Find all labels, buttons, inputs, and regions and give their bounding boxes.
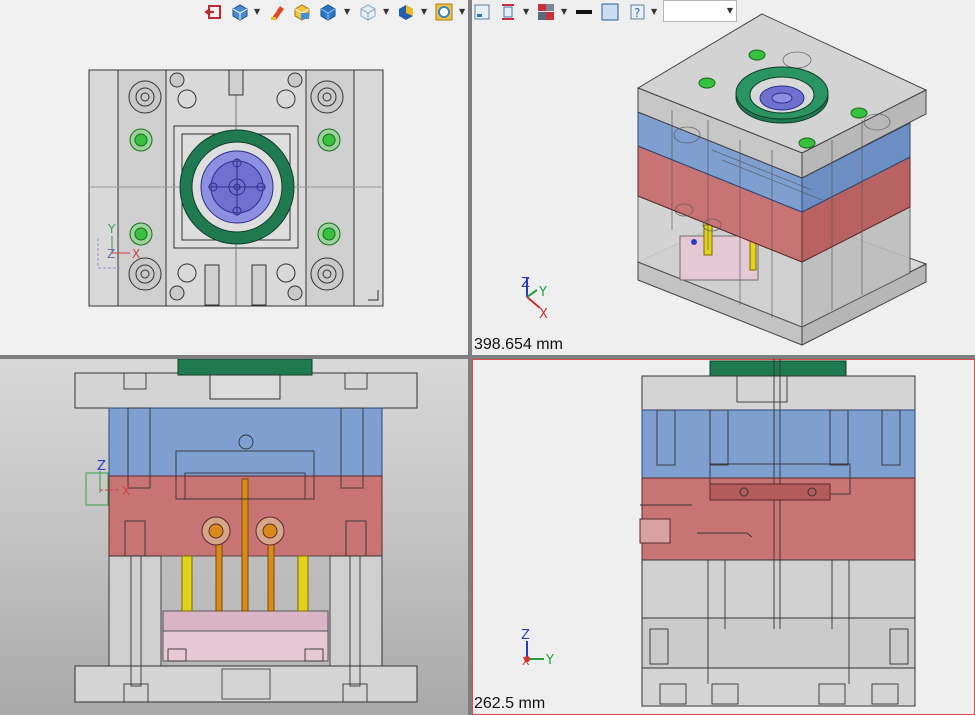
mold-front-view-drawing: Z X bbox=[74, 359, 418, 703]
triad-x-label: X bbox=[522, 655, 530, 668]
display-style-icon[interactable] bbox=[318, 2, 338, 22]
mold-top-view-drawing: Y Z X bbox=[88, 69, 384, 307]
display-style-select[interactable]: ▼ bbox=[663, 0, 737, 22]
triad-x-label: X bbox=[132, 247, 140, 261]
section-view-icon[interactable] bbox=[396, 2, 416, 22]
hide-show-items-icon[interactable] bbox=[358, 2, 378, 22]
triad-x-label: X bbox=[539, 307, 548, 322]
view-settings-icon[interactable] bbox=[434, 2, 454, 22]
view-orientation-icon[interactable] bbox=[230, 2, 250, 22]
viewport-splitter-horizontal[interactable] bbox=[0, 355, 975, 359]
triad-z-label: Z bbox=[521, 276, 530, 291]
triad-z-label: Z bbox=[521, 628, 530, 643]
viewport-front[interactable]: Z X bbox=[0, 359, 468, 715]
triad-z-label: Z bbox=[97, 459, 106, 474]
scale-readout: 262.5 mm bbox=[474, 695, 546, 712]
apply-scene-icon[interactable] bbox=[292, 2, 312, 22]
view-toolbar: ▼ ▼ ▼ ▼ ▼ ▼ ▼ ? ▼ ▼ bbox=[0, 0, 975, 24]
chevron-down-icon: ▼ bbox=[726, 6, 733, 15]
triad-y-label: Y bbox=[545, 653, 554, 668]
section-plane-icon[interactable] bbox=[498, 2, 518, 22]
triad-y-label: Y bbox=[107, 222, 116, 236]
edit-appearance-icon[interactable] bbox=[268, 2, 288, 22]
line-color-icon[interactable] bbox=[574, 2, 594, 22]
mold-side-view-drawing: Z X Y bbox=[521, 359, 916, 707]
viewport-isometric[interactable]: Z Y X 398.654 mm bbox=[472, 0, 975, 355]
svg-text:?: ? bbox=[634, 6, 640, 20]
triad-y-label: Y bbox=[538, 285, 547, 300]
triad-z-label: Z bbox=[107, 247, 115, 261]
viewport-top[interactable]: Y Z X bbox=[0, 0, 468, 355]
help-icon[interactable]: ? bbox=[628, 2, 648, 22]
viewport-right[interactable]: Z X Y 262.5 mm bbox=[472, 359, 975, 715]
scale-readout: 398.654 mm bbox=[474, 336, 563, 353]
exit-sketch-icon[interactable] bbox=[204, 2, 224, 22]
previous-view-icon[interactable] bbox=[472, 2, 492, 22]
face-color-icon[interactable] bbox=[600, 2, 620, 22]
mold-isometric-drawing: Z Y X bbox=[521, 13, 928, 346]
viewport-layout-icon[interactable] bbox=[536, 2, 556, 22]
triad-x-label: X bbox=[122, 484, 130, 498]
